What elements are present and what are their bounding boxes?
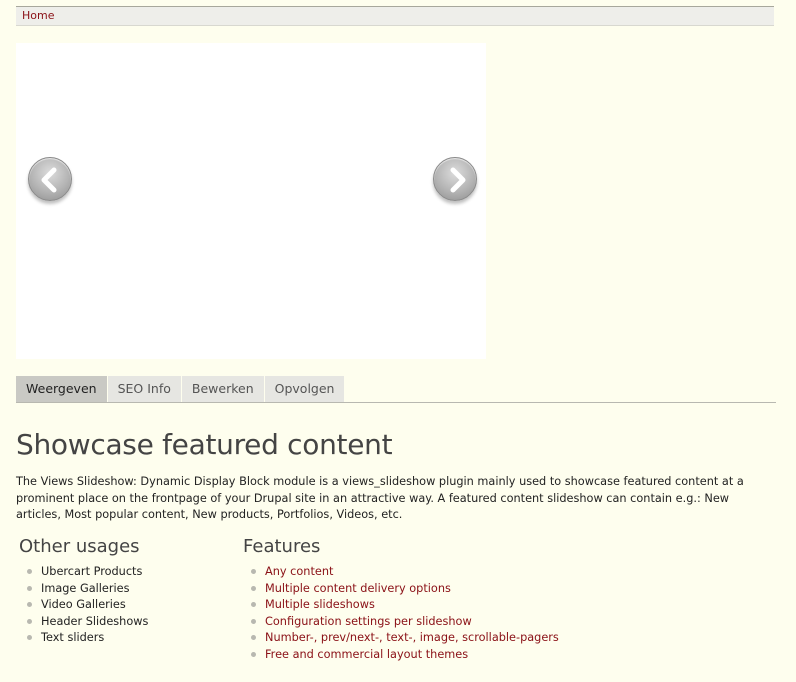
list-item: Text sliders [24,630,148,647]
tab-weergeven[interactable]: Weergeven [16,376,108,402]
other-usages-heading: Other usages [19,536,140,557]
chevron-right-icon [450,167,466,193]
list-item: Configuration settings per slideshow [248,614,559,631]
features-heading: Features [243,536,321,557]
other-usages-list: Ubercart Products Image Galleries Video … [24,564,148,647]
breadcrumb-home-link[interactable]: Home [22,9,54,22]
list-item: Multiple slideshows [248,597,559,614]
list-item: Free and commercial layout themes [248,647,559,664]
list-item: Video Galleries [24,597,148,614]
breadcrumb: Home [16,6,774,26]
feature-link[interactable]: Configuration settings per slideshow [265,615,472,628]
page-title: Showcase featured content [16,428,393,461]
feature-link[interactable]: Multiple content delivery options [265,582,451,595]
feature-link[interactable]: Free and commercial layout themes [265,648,468,661]
list-item: Multiple content delivery options [248,581,559,598]
intro-paragraph: The Views Slideshow: Dynamic Display Blo… [16,475,744,522]
list-item: Ubercart Products [24,564,148,581]
slideshow [16,43,486,359]
chevron-left-icon [41,167,57,193]
local-tabs: Weergeven SEO Info Bewerken Opvolgen [16,376,776,403]
feature-link[interactable]: Multiple slideshows [265,598,375,611]
tab-opvolgen[interactable]: Opvolgen [264,376,346,402]
features-list: Any content Multiple content delivery op… [248,564,559,664]
tab-bewerken[interactable]: Bewerken [181,376,265,402]
slideshow-prev-button[interactable] [28,157,72,201]
list-item: Image Galleries [24,581,148,598]
feature-link[interactable]: Number-, prev/next-, text-, image, scrol… [265,631,559,644]
tab-seo-info[interactable]: SEO Info [107,376,182,402]
feature-link[interactable]: Any content [265,565,333,578]
list-item: Header Slideshows [24,614,148,631]
list-item: Any content [248,564,559,581]
list-item: Number-, prev/next-, text-, image, scrol… [248,630,559,647]
slideshow-next-button[interactable] [433,157,477,201]
